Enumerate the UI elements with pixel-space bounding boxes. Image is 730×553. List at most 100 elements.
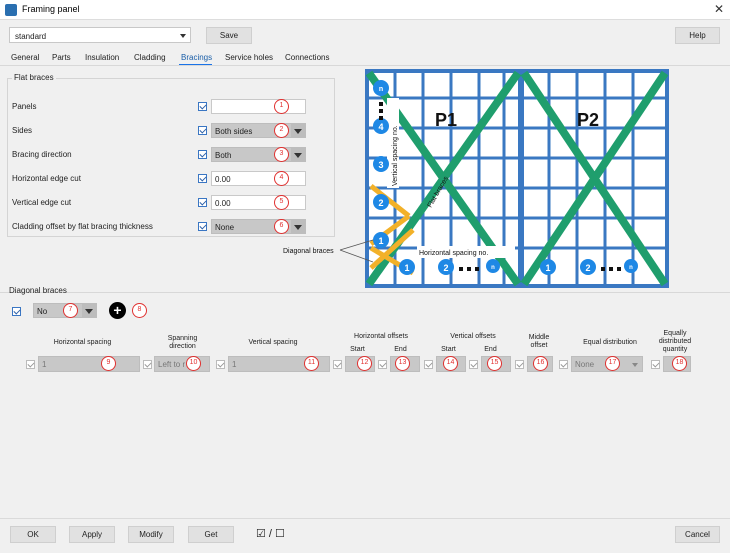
diagonal-braces-label: Diagonal braces bbox=[283, 248, 334, 255]
callout-16: 16 bbox=[533, 356, 548, 371]
chevron-down-icon bbox=[180, 34, 186, 38]
col-vertical-spacing: Vertical spacing bbox=[248, 339, 298, 346]
flat-row-label: Horizontal edge cut bbox=[12, 174, 81, 183]
table-row: 1 9 Left to r 10 1 11 12 13 14 15 16 Non… bbox=[0, 356, 730, 373]
callout-13: 13 bbox=[395, 356, 410, 371]
flat-row-checkbox[interactable] bbox=[198, 198, 207, 207]
flat-braces-group-label: Flat braces bbox=[12, 73, 56, 82]
row-checkbox-6[interactable] bbox=[424, 360, 433, 369]
flat-row-checkbox[interactable] bbox=[198, 174, 207, 183]
window-title: Framing panel bbox=[22, 4, 80, 14]
row-checkbox-8[interactable] bbox=[515, 360, 524, 369]
col-horizontal-spacing: Horizontal spacing bbox=[53, 339, 112, 346]
toggle-all-button[interactable]: ☑ / ☐ bbox=[256, 527, 285, 540]
horizontal-spacing-field[interactable]: 1 bbox=[38, 356, 140, 372]
p1-horiz-marker-n: n bbox=[491, 265, 495, 271]
preset-value: standard bbox=[15, 32, 47, 41]
p2-horiz-marker-2: 2 bbox=[585, 263, 590, 273]
flat-row-value: 0.00 bbox=[215, 199, 231, 208]
equal-distribution-value: None bbox=[575, 360, 595, 369]
callout-10: 10 bbox=[186, 356, 201, 371]
preset-combo[interactable]: standard bbox=[9, 27, 191, 43]
title-bar: Framing panel ✕ bbox=[0, 0, 730, 20]
panel-1-frame bbox=[365, 69, 669, 288]
flat-row-label: Panels bbox=[12, 102, 37, 111]
diagonal-braces-group-label: Diagonal braces bbox=[9, 286, 67, 295]
flat-row-checkbox[interactable] bbox=[198, 126, 207, 135]
flat-row-value: None bbox=[215, 223, 235, 232]
col-h-start: Start bbox=[350, 346, 365, 353]
flat-row-value: Both bbox=[215, 151, 232, 160]
tab-service-holes[interactable]: Service holes bbox=[225, 53, 273, 62]
vert-marker-2: 2 bbox=[378, 198, 383, 208]
row-checkbox-4[interactable] bbox=[333, 360, 342, 369]
callout-8: 8 bbox=[132, 303, 147, 318]
diagonal-mode-value: No bbox=[37, 307, 48, 316]
row-checkbox-1[interactable] bbox=[26, 360, 35, 369]
tab-bracings[interactable]: Bracings bbox=[181, 53, 212, 62]
col-v-end: End bbox=[484, 346, 497, 353]
horizontal-spacing-value: 1 bbox=[42, 360, 47, 369]
row-checkbox-9[interactable] bbox=[559, 360, 568, 369]
flat-row-value: 0.00 bbox=[215, 175, 231, 184]
flat-row-label: Vertical edge cut bbox=[12, 198, 72, 207]
row-checkbox-10[interactable] bbox=[651, 360, 660, 369]
save-button[interactable]: Save bbox=[206, 27, 252, 44]
bracing-diagram: P1 P2 Vertical spacing no. Flat braces H… bbox=[283, 68, 673, 290]
tab-insulation[interactable]: Insulation bbox=[85, 53, 119, 62]
tab-cladding[interactable]: Cladding bbox=[134, 53, 166, 62]
diagonal-braces-checkbox[interactable] bbox=[12, 307, 21, 316]
p2-horiz-marker-n: n bbox=[629, 265, 633, 271]
help-button[interactable]: Help bbox=[675, 27, 720, 44]
flat-row-checkbox[interactable] bbox=[198, 222, 207, 231]
flat-row-label: Cladding offset by flat bracing thicknes… bbox=[12, 222, 153, 231]
vert-marker-3: 3 bbox=[378, 160, 383, 170]
col-spanning-direction: Spanning direction bbox=[167, 335, 198, 350]
row-checkbox-7[interactable] bbox=[469, 360, 478, 369]
vertical-spacing-value: 1 bbox=[232, 360, 237, 369]
callout-7: 7 bbox=[63, 303, 78, 318]
callout-12: 12 bbox=[357, 356, 372, 371]
col-middle-offset: Middle offset bbox=[528, 334, 550, 349]
callout-11: 11 bbox=[304, 356, 319, 371]
vertical-spacing-label: Vertical spacing no. bbox=[392, 125, 399, 186]
flat-row-checkbox[interactable] bbox=[198, 102, 207, 111]
tab-divider bbox=[0, 65, 730, 66]
horizontal-spacing-label: Horizontal spacing no. bbox=[419, 250, 488, 257]
p1-horiz-marker-1: 1 bbox=[404, 263, 409, 273]
flat-row-value: Both sides bbox=[215, 127, 253, 136]
row-checkbox-5[interactable] bbox=[378, 360, 387, 369]
section-divider bbox=[0, 292, 730, 293]
vert-marker-1: 1 bbox=[378, 236, 383, 246]
row-checkbox-3[interactable] bbox=[216, 360, 225, 369]
callout-14: 14 bbox=[443, 356, 458, 371]
tab-general[interactable]: General bbox=[11, 53, 39, 62]
callout-17: 17 bbox=[605, 356, 620, 371]
callout-15: 15 bbox=[487, 356, 502, 371]
spanning-direction-field[interactable]: Left to r bbox=[154, 356, 210, 372]
callout-9: 9 bbox=[101, 356, 116, 371]
cancel-button[interactable]: Cancel bbox=[675, 526, 720, 543]
vert-marker-4: 4 bbox=[378, 122, 383, 132]
get-button[interactable]: Get bbox=[188, 526, 234, 543]
tab-parts[interactable]: Parts bbox=[52, 53, 71, 62]
ok-button[interactable]: OK bbox=[10, 526, 56, 543]
close-icon[interactable]: ✕ bbox=[714, 2, 724, 16]
flat-row-label: Bracing direction bbox=[12, 150, 72, 159]
row-checkbox-2[interactable] bbox=[143, 360, 152, 369]
tab-bar: General Parts Insulation Cladding Bracin… bbox=[0, 53, 730, 65]
p2-label: P2 bbox=[577, 110, 599, 130]
add-icon[interactable]: + bbox=[109, 302, 126, 319]
p1-label: P1 bbox=[435, 110, 457, 130]
spanning-direction-value: Left to r bbox=[158, 360, 186, 369]
col-equally-distributed-quantity: Equally distributed quantity bbox=[658, 330, 692, 353]
flat-row-checkbox[interactable] bbox=[198, 150, 207, 159]
modify-button[interactable]: Modify bbox=[128, 526, 174, 543]
apply-button[interactable]: Apply bbox=[69, 526, 115, 543]
chevron-down-icon bbox=[632, 363, 638, 367]
p1-horiz-marker-2: 2 bbox=[443, 263, 448, 273]
bracing-diagram-svg: P1 P2 Vertical spacing no. Flat braces H… bbox=[283, 69, 669, 288]
col-v-start: Start bbox=[441, 346, 456, 353]
tab-connections[interactable]: Connections bbox=[285, 53, 329, 62]
flat-row-label: Sides bbox=[12, 126, 33, 135]
